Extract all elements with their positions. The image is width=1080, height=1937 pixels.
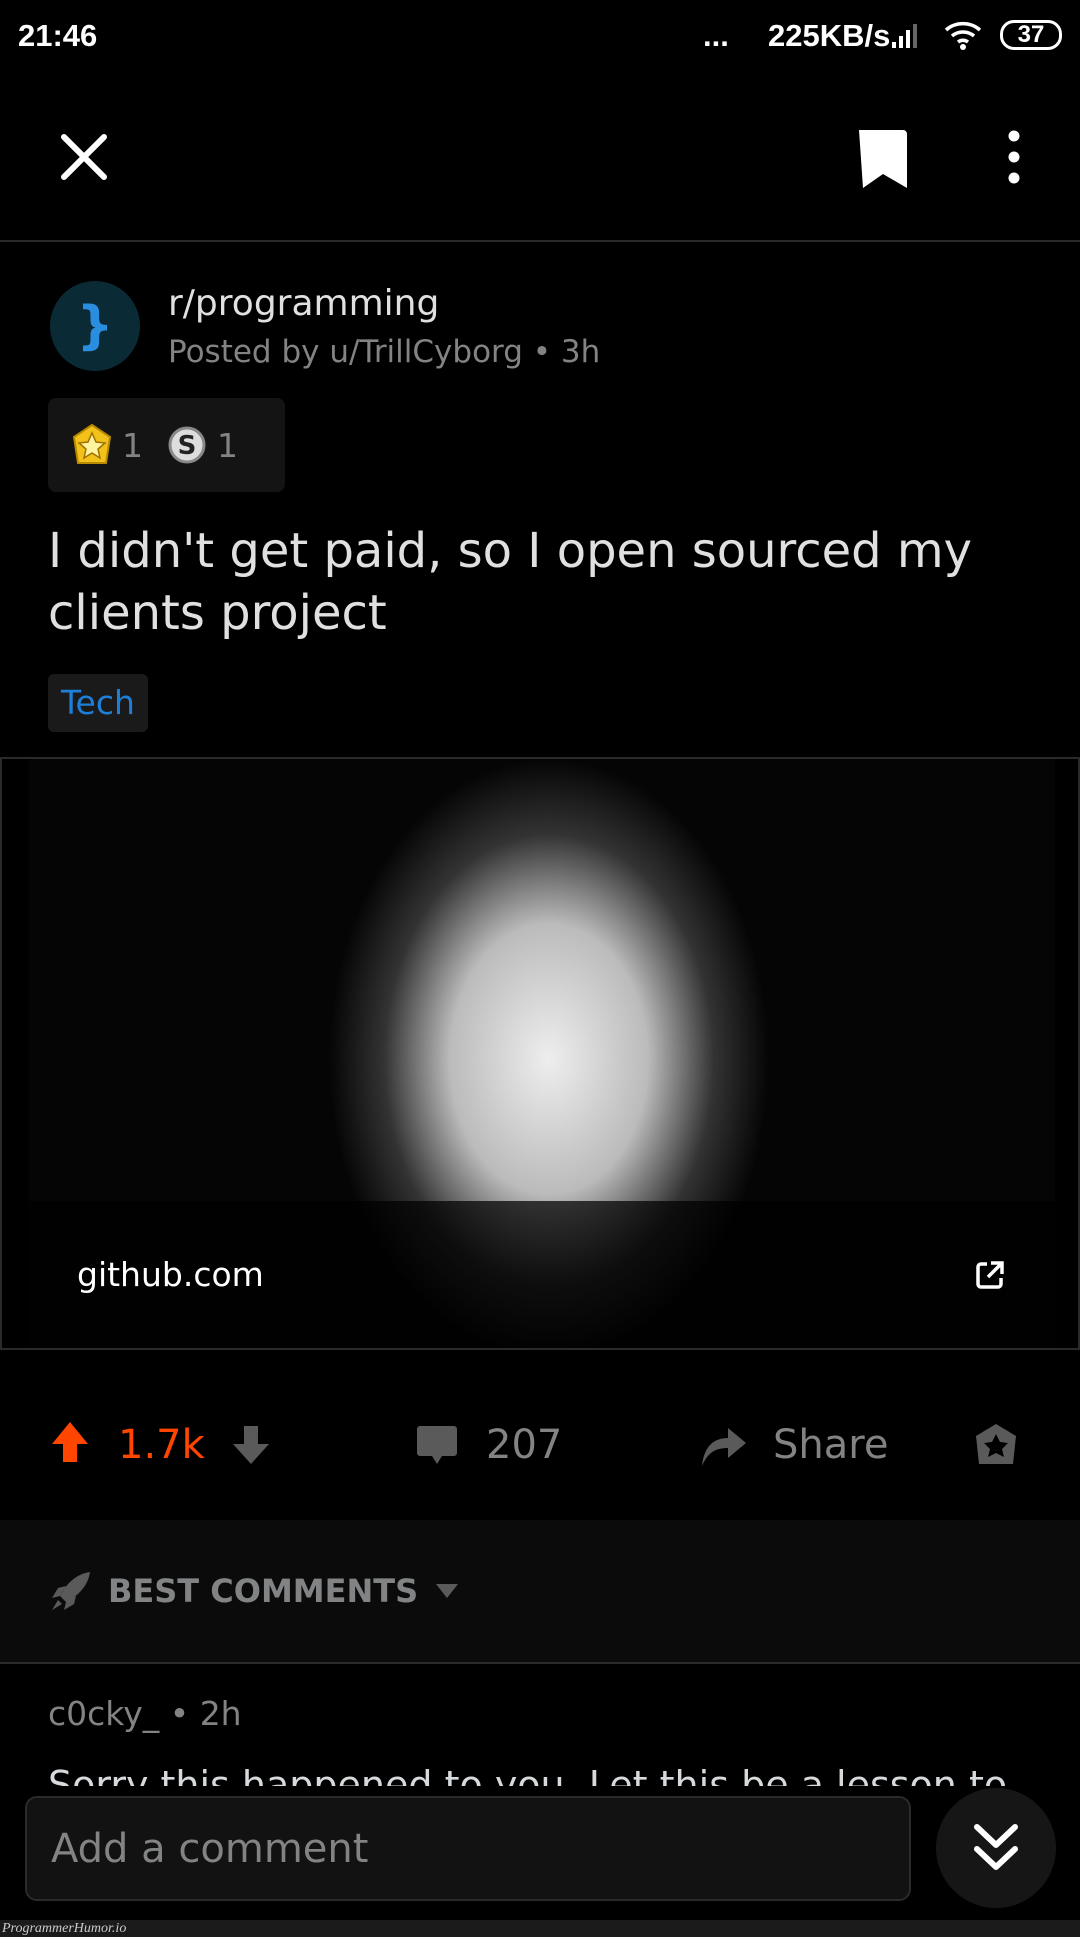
divider: [0, 240, 1080, 242]
link-bar[interactable]: github.com: [29, 1201, 1055, 1348]
bookmark-icon[interactable]: [855, 126, 911, 190]
subreddit-avatar[interactable]: }: [50, 281, 140, 371]
wifi-icon: [944, 22, 982, 50]
comment-body: Sorry this happened to you. Let this be …: [48, 1763, 1008, 1786]
svg-text:S: S: [178, 431, 197, 461]
caret-down-icon: [436, 1584, 459, 1598]
dots: ...: [703, 18, 729, 53]
link-domain: github.com: [77, 1255, 264, 1294]
award-icon[interactable]: [973, 1422, 1019, 1468]
downvote-icon[interactable]: [231, 1424, 271, 1464]
awards[interactable]: 1 S 1: [48, 398, 285, 492]
comment-sort-button[interactable]: BEST COMMENTS: [0, 1520, 1080, 1662]
clock: 21:46: [18, 18, 98, 53]
comment-count[interactable]: 207: [486, 1422, 562, 1468]
comment-meta[interactable]: c0cky_ • 2h: [48, 1694, 242, 1733]
signal-icon: [892, 24, 917, 48]
vote-count: 1.7k: [118, 1422, 205, 1468]
battery-indicator: 37: [1000, 20, 1062, 50]
network-speed: 225KB/s: [768, 18, 891, 53]
share-button[interactable]: Share: [773, 1422, 888, 1468]
double-chevron-down-icon: [974, 1824, 1018, 1870]
silver-award-icon: S: [168, 426, 206, 464]
post-title: I didn't get paid, so I open sourced my …: [48, 523, 973, 641]
upvote-icon[interactable]: [50, 1420, 90, 1464]
close-icon[interactable]: [60, 133, 108, 181]
award-count: 1: [217, 425, 238, 465]
post-meta[interactable]: Posted by u/TrillCyborg • 3h: [168, 334, 600, 370]
award-count: 1: [122, 425, 143, 465]
add-comment-input[interactable]: Add a comment: [25, 1796, 911, 1901]
link-preview[interactable]: github.com: [0, 757, 1080, 1350]
sort-label: BEST COMMENTS: [108, 1572, 419, 1610]
share-icon[interactable]: [700, 1420, 748, 1468]
status-bar: 21:46 ... 225KB/s 37: [0, 0, 1080, 70]
flair-badge[interactable]: Tech: [48, 674, 148, 732]
comment-placeholder: Add a comment: [51, 1825, 369, 1872]
comment-icon[interactable]: [416, 1424, 458, 1466]
next-comment-button[interactable]: [936, 1788, 1056, 1908]
gold-award-icon: [72, 423, 112, 464]
external-link-icon: [976, 1260, 1004, 1289]
subreddit-name[interactable]: r/programming: [168, 283, 439, 324]
watermark: ProgrammerHumor.io: [0, 1920, 1080, 1937]
more-vertical-icon[interactable]: [1000, 130, 1028, 186]
post-actions: 1.7k 207 Share: [0, 1400, 1080, 1492]
divider: [0, 1662, 1080, 1664]
rocket-icon: [52, 1572, 90, 1610]
